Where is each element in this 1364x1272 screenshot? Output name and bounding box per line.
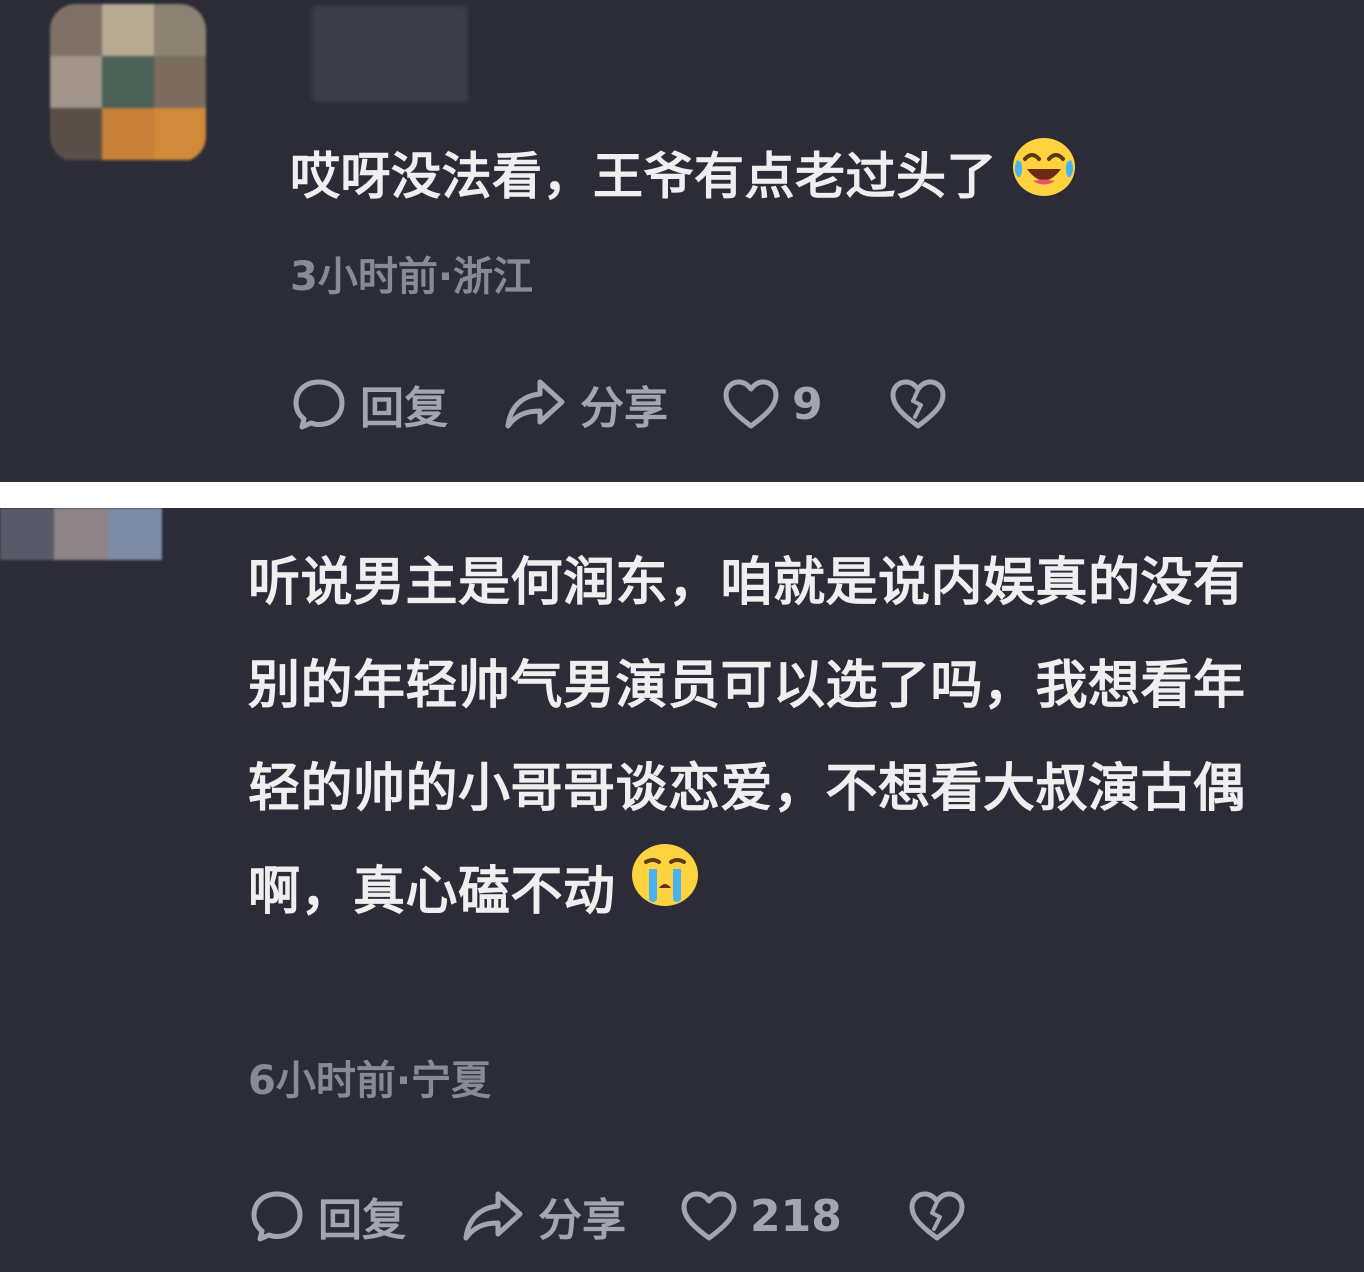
- avatar[interactable]: [50, 4, 206, 162]
- heart-icon: [680, 1189, 738, 1243]
- comment-text: 哎呀没法看，王爷有点老过头了: [290, 138, 1077, 220]
- laughing-crying-emoji-icon: [1011, 136, 1077, 216]
- reply-button[interactable]: 回复: [248, 1184, 406, 1248]
- comment-card: 哎呀没法看，王爷有点老过头了 3小时前·浙江 回复 分享 9: [0, 0, 1364, 482]
- dislike-button[interactable]: [908, 1189, 966, 1243]
- comment-card: 听说男主是何润东，咱就是说内娱真的没有别的年轻帅气男演员可以选了吗，我想看年轻的…: [0, 508, 1364, 1272]
- share-button[interactable]: 分享: [502, 372, 668, 436]
- broken-heart-icon: [889, 377, 947, 431]
- avatar-pixel: [102, 56, 154, 108]
- comment-meta: 3小时前·浙江: [290, 254, 534, 300]
- avatar-pixel: [50, 108, 102, 160]
- avatar[interactable]: [0, 508, 162, 560]
- share-button[interactable]: 分享: [460, 1184, 626, 1248]
- broken-heart-icon: [908, 1189, 966, 1243]
- comment-bubble-icon: [290, 375, 348, 433]
- like-count: 218: [750, 1190, 842, 1242]
- crying-emoji-icon: [630, 840, 700, 943]
- share-label: 分享: [580, 383, 668, 434]
- comment-body: 哎呀没法看，王爷有点老过头了: [290, 147, 997, 206]
- avatar-pixel: [54, 508, 108, 560]
- share-label: 分享: [538, 1195, 626, 1246]
- reply-button[interactable]: 回复: [290, 372, 448, 436]
- avatar-pixel: [0, 508, 54, 560]
- username-blurred[interactable]: [312, 6, 468, 102]
- like-button[interactable]: 218: [680, 1189, 842, 1243]
- dislike-button[interactable]: [889, 377, 947, 431]
- avatar-pixel: [154, 4, 206, 56]
- avatar-pixel: [154, 56, 206, 108]
- reply-label: 回复: [318, 1195, 406, 1246]
- comment-text: 听说男主是何润东，咱就是说内娱真的没有别的年轻帅气男演员可以选了吗，我想看年轻的…: [248, 532, 1268, 947]
- avatar-pixel: [102, 4, 154, 56]
- comment-body: 听说男主是何润东，咱就是说内娱真的没有别的年轻帅气男演员可以选了吗，我想看年轻的…: [248, 553, 1246, 922]
- reply-label: 回复: [360, 383, 448, 434]
- comment-actions: 回复 分享 218: [248, 1184, 966, 1248]
- heart-icon: [722, 377, 780, 431]
- avatar-pixel: [108, 508, 162, 560]
- avatar-pixel: [102, 108, 154, 160]
- avatar-pixel: [154, 108, 206, 160]
- comment-actions: 回复 分享 9: [290, 372, 947, 436]
- comment-meta: 6小时前·宁夏: [248, 1058, 492, 1104]
- share-arrow-icon: [460, 1188, 526, 1244]
- avatar-pixel: [50, 4, 102, 56]
- like-button[interactable]: 9: [722, 377, 823, 431]
- avatar-pixel: [50, 56, 102, 108]
- share-arrow-icon: [502, 376, 568, 432]
- like-count: 9: [792, 378, 823, 430]
- comment-bubble-icon: [248, 1187, 306, 1245]
